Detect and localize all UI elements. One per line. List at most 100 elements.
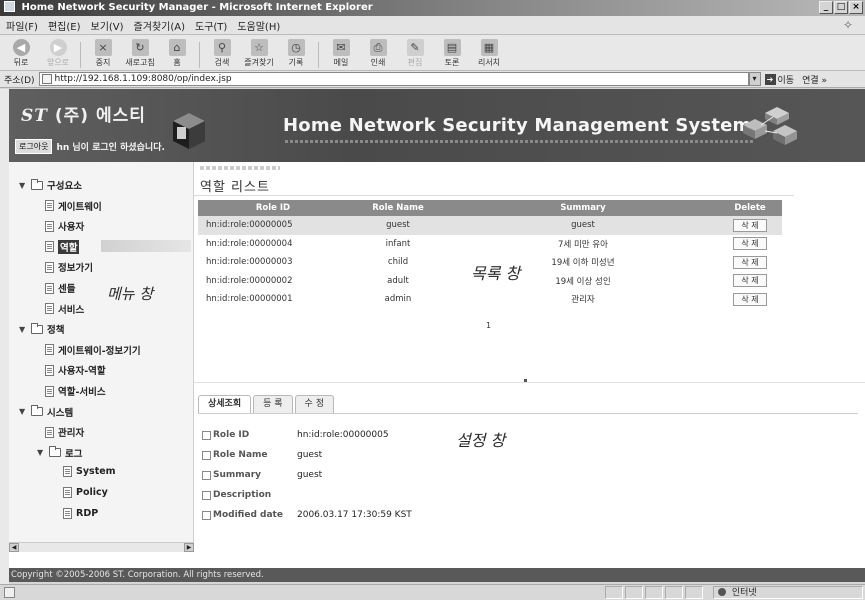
menu-view[interactable]: 보기(V) xyxy=(91,18,124,33)
menu-item-page[interactable]: 사용자 xyxy=(37,219,84,233)
field-marker-icon xyxy=(202,450,211,460)
menu-item-folder[interactable]: ▼ 로그 xyxy=(37,446,82,460)
menu-item-page[interactable]: 정보가기 xyxy=(37,260,93,274)
menu-item-page[interactable]: 센들 xyxy=(37,281,75,295)
table-row[interactable]: hn:id:role:00000001 admin 관리자 삭 제 xyxy=(198,290,782,309)
field-label: Description xyxy=(202,490,297,500)
detail-field-row: Description xyxy=(202,490,297,500)
menu-item-folder[interactable]: ▼ 정책 xyxy=(19,322,64,336)
field-marker-icon xyxy=(202,490,211,500)
menu-item-label: System xyxy=(76,466,116,478)
delete-button[interactable]: 삭 제 xyxy=(733,237,767,251)
toolbar-back-button[interactable]: ◀ 뒤로 xyxy=(6,39,36,68)
toolbar-search-button[interactable]: ⚲ 검색 xyxy=(207,39,237,68)
role-name-cell: admin xyxy=(384,294,412,305)
expand-arrow-icon[interactable]: ▼ xyxy=(19,181,27,190)
menu-item-page[interactable]: 게이트웨이-정보기기 xyxy=(37,343,141,357)
home-icon: ⌂ xyxy=(168,39,186,56)
toolbar-stop-button[interactable]: × 중지 xyxy=(88,39,118,68)
maximize-button[interactable]: □ xyxy=(834,1,848,14)
close-button[interactable]: × xyxy=(849,1,863,14)
menu-item-page[interactable]: 역할-서비스 xyxy=(37,384,106,398)
delete-button[interactable]: 삭 제 xyxy=(733,274,767,288)
menu-item-page[interactable]: Policy xyxy=(55,487,108,498)
toolbar-favorites-button[interactable]: ☆ 즐겨찾기 xyxy=(244,39,274,68)
delete-cell: 삭 제 xyxy=(718,216,782,235)
menu-help[interactable]: 도움말(H) xyxy=(237,18,280,33)
menu-item-label: RDP xyxy=(76,507,99,519)
menu-item-page[interactable]: 서비스 xyxy=(37,302,84,316)
role-name-cell: child xyxy=(387,257,409,268)
history-icon: ◷ xyxy=(287,39,305,56)
toolbar-button-label: 중지 xyxy=(95,58,111,67)
menu-item-folder[interactable]: ▼ 구성요소 xyxy=(19,178,82,192)
toolbar-home-button[interactable]: ⌂ 홈 xyxy=(162,39,192,68)
toolbar-mail-button[interactable]: ✉ 메일 xyxy=(326,39,356,68)
folder-icon xyxy=(49,446,61,458)
logout-button[interactable]: 로그아웃 xyxy=(15,139,53,154)
toolbar-edit-button[interactable]: ✎ 편집 xyxy=(400,39,430,68)
expand-arrow-icon[interactable]: ▼ xyxy=(37,448,45,457)
toolbar-button-label: 메일 xyxy=(333,58,349,67)
menu-tools[interactable]: 도구(T) xyxy=(195,18,227,33)
role-list-pane: 역할 리스트 Role ID Role Name Summary Delete … xyxy=(194,162,865,382)
delete-button[interactable]: 삭 제 xyxy=(733,255,767,269)
menu-item-page[interactable]: RDP xyxy=(55,507,99,519)
delete-button[interactable]: 삭 제 xyxy=(733,292,767,306)
col-role-id[interactable]: Role ID xyxy=(198,200,348,216)
settings-pane-annotation: 설정 창 xyxy=(456,431,506,450)
field-label-text: Modified date xyxy=(213,510,283,520)
menu-item-page[interactable]: 게이트웨이 xyxy=(37,199,102,213)
menu-item-page[interactable]: System xyxy=(55,466,116,478)
expand-arrow-icon[interactable]: ▼ xyxy=(19,325,27,334)
menu-item-page[interactable]: 사용자-역할 xyxy=(37,363,106,377)
status-cells xyxy=(605,586,703,599)
toolbar-forward-button[interactable]: ▶ 앞으로 xyxy=(43,39,73,68)
expand-arrow-icon[interactable]: ▼ xyxy=(19,407,27,416)
menu-item-label: Policy xyxy=(76,487,108,498)
minimize-button[interactable]: _ xyxy=(819,1,833,14)
internet-globe-icon xyxy=(718,588,726,596)
col-role-name[interactable]: Role Name xyxy=(348,200,448,216)
toolbar-research-button[interactable]: ▦ 리서치 xyxy=(474,39,504,68)
field-label: Role Name xyxy=(202,450,297,460)
page-number[interactable]: 1 xyxy=(486,321,491,330)
address-input[interactable]: http://192.168.1.109:8080/op/index.jsp xyxy=(38,72,749,86)
tab-register[interactable]: 등 록 xyxy=(253,395,293,413)
go-button[interactable]: ➔ 이동 xyxy=(764,73,794,86)
menu-item-label: 사용자-역할 xyxy=(58,366,106,378)
field-label: Summary xyxy=(202,470,297,480)
toolbar-refresh-button[interactable]: ↻ 새로고침 xyxy=(125,39,155,68)
links-button[interactable]: 연결 » xyxy=(802,73,827,86)
tab-detail-view[interactable]: 상세조회 xyxy=(198,395,252,413)
menu-item-page[interactable]: 역할 xyxy=(37,239,80,254)
scroll-left-arrow-icon[interactable]: ◀ xyxy=(9,543,19,552)
field-label-text: Role Name xyxy=(213,450,268,460)
field-value: hn:id:role:00000005 xyxy=(297,430,389,440)
menu-file[interactable]: 파일(F) xyxy=(6,18,38,33)
delete-button[interactable]: 삭 제 xyxy=(733,218,767,232)
nav-menu-pane: 메뉴 창 ◀ ▶ ▼ 구성요소 게이트웨이 사용자 역할 정보가기 센들 서비스 ▼ 정책 게이트웨… xyxy=(9,162,194,552)
menu-item-page[interactable]: 관리자 xyxy=(37,425,84,439)
toolbar-print-button[interactable]: ⎙ 인쇄 xyxy=(363,39,393,68)
table-row[interactable]: hn:id:role:00000005 guest guest 삭 제 xyxy=(198,216,782,235)
role-table: Role ID Role Name Summary Delete hn:id:r… xyxy=(198,200,782,309)
summary-cell: 관리자 xyxy=(571,295,595,306)
menu-item-label: 구성요소 xyxy=(47,181,82,192)
menu-horizontal-scrollbar[interactable]: ◀ ▶ xyxy=(9,542,194,552)
scroll-right-arrow-icon[interactable]: ▶ xyxy=(184,543,194,552)
menu-edit[interactable]: 편집(E) xyxy=(48,18,81,33)
toolbar-button-label: 즐겨찾기 xyxy=(244,58,274,67)
col-summary[interactable]: Summary xyxy=(448,200,718,216)
table-row[interactable]: hn:id:role:00000004 infant 7세 미만 유아 삭 제 xyxy=(198,235,782,254)
menu-item-folder[interactable]: ▼ 시스템 xyxy=(19,405,73,419)
tab-modify[interactable]: 수 정 xyxy=(294,395,334,413)
status-cell xyxy=(685,586,703,599)
toolbar-button-label: 토론 xyxy=(444,58,460,67)
status-cell xyxy=(605,586,623,599)
toolbar-history-button[interactable]: ◷ 기록 xyxy=(281,39,311,68)
field-marker-icon xyxy=(202,430,211,440)
menu-favorites[interactable]: 즐겨찾기(A) xyxy=(134,18,185,33)
address-dropdown-button[interactable]: ▾ xyxy=(748,72,761,86)
toolbar-discuss-button[interactable]: ▤ 토론 xyxy=(437,39,467,68)
